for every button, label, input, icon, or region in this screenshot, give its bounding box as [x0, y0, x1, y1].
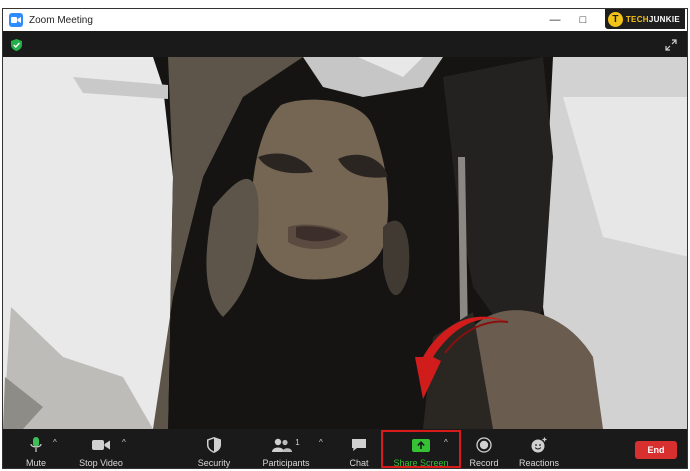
- chat-button[interactable]: Chat: [346, 429, 372, 468]
- share-screen-button[interactable]: Share Screen: [391, 429, 451, 468]
- security-label: Security: [197, 458, 231, 468]
- techjunkie-logo: T: [607, 11, 623, 27]
- maximize-button[interactable]: □: [577, 14, 589, 26]
- meeting-toolbar: Mute ^ Stop Video ^ Security 1 Participa…: [3, 429, 687, 469]
- title-bar: Zoom Meeting — □ ✕: [3, 9, 687, 31]
- participants-options-caret-icon[interactable]: ^: [319, 438, 323, 447]
- shield-check-icon[interactable]: [11, 39, 22, 51]
- participants-count: 1: [295, 437, 300, 447]
- record-icon: [473, 435, 495, 455]
- chat-label: Chat: [349, 458, 369, 468]
- video-feed: [3, 57, 687, 429]
- record-button[interactable]: Record: [469, 429, 499, 468]
- smiley-plus-icon: [528, 435, 550, 455]
- reactions-label: Reactions: [518, 458, 560, 468]
- stop-video-button[interactable]: Stop Video: [77, 429, 125, 468]
- techjunkie-wordmark: TECHJUNKIE: [625, 14, 680, 24]
- video-options-caret-icon[interactable]: ^: [122, 438, 126, 447]
- reactions-button[interactable]: Reactions: [518, 429, 560, 468]
- mute-label: Mute: [25, 458, 46, 468]
- share-options-caret-icon[interactable]: ^: [444, 438, 448, 447]
- participants-icon: 1: [269, 435, 303, 455]
- zoom-app-icon: [9, 13, 23, 27]
- microphone-icon: [25, 435, 47, 455]
- stop-video-label: Stop Video: [79, 458, 123, 468]
- record-label: Record: [469, 458, 499, 468]
- chat-bubble-icon: [348, 435, 370, 455]
- techjunkie-watermark: T TECHJUNKIE: [604, 9, 685, 29]
- mute-button[interactable]: Mute: [23, 429, 49, 468]
- meeting-top-bar: [3, 31, 687, 57]
- minimize-button[interactable]: —: [549, 14, 561, 26]
- video-camera-icon: [90, 435, 112, 455]
- participants-label: Participants: [262, 458, 310, 468]
- shield-icon: [203, 435, 225, 455]
- share-screen-label: Share Screen: [393, 458, 449, 468]
- participant-video-image: [3, 57, 687, 429]
- end-meeting-button[interactable]: End: [635, 441, 677, 459]
- zoom-window: Zoom Meeting — □ ✕ T TECHJUNKIE: [2, 8, 688, 469]
- share-screen-icon: [410, 435, 432, 455]
- window-title: Zoom Meeting: [29, 14, 93, 26]
- expand-icon[interactable]: [665, 39, 677, 51]
- security-button[interactable]: Security: [196, 429, 232, 468]
- participants-button[interactable]: 1 Participants: [261, 429, 311, 469]
- audio-options-caret-icon[interactable]: ^: [53, 438, 57, 447]
